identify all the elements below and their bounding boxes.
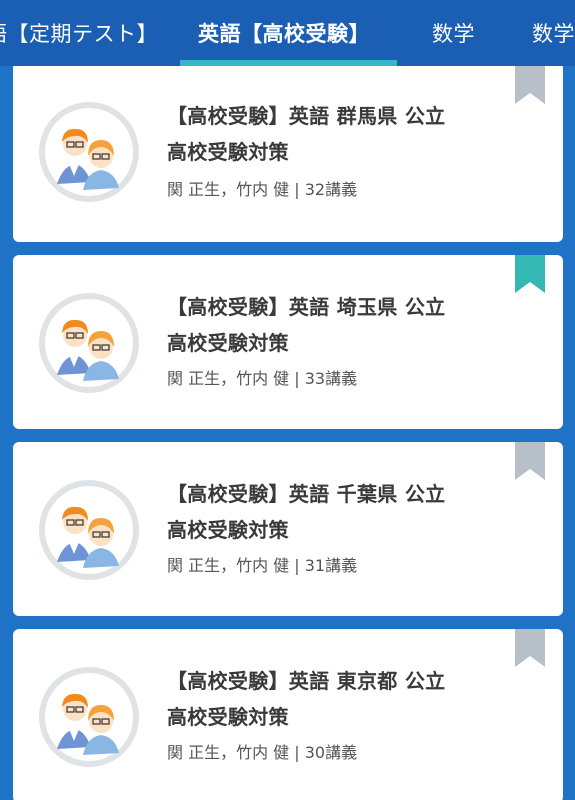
- tab-sugaku[interactable]: 数学: [432, 0, 492, 66]
- course-title-line1: 【高校受験】英語 千葉県 公立: [167, 482, 446, 506]
- course-title-line2: 高校受験対策: [167, 140, 289, 164]
- course-title: 【高校受験】英語 群馬県 公立 高校受験対策: [167, 98, 497, 170]
- tab-teiki-test[interactable]: 語【定期テスト】: [0, 0, 161, 66]
- course-title-line1: 【高校受験】英語 東京都 公立: [167, 669, 446, 693]
- course-card[interactable]: 【高校受験】英語 埼玉県 公立 高校受験対策 関 正生，竹内 健 | 33講義: [13, 255, 563, 429]
- tab-eigo-koko-juken[interactable]: 英語【高校受験】: [198, 0, 388, 66]
- teacher-avatar: [39, 667, 139, 767]
- bookmark-icon[interactable]: [515, 66, 545, 104]
- course-card[interactable]: 【高校受験】英語 群馬県 公立 高校受験対策 関 正生，竹内 健 | 32講義: [13, 66, 563, 242]
- bookmark-icon[interactable]: [515, 629, 545, 667]
- course-title-line1: 【高校受験】英語 群馬県 公立: [167, 104, 446, 128]
- course-title-line2: 高校受験対策: [167, 705, 289, 729]
- teacher-avatar: [39, 480, 139, 580]
- course-title: 【高校受験】英語 千葉県 公立 高校受験対策: [167, 476, 497, 548]
- course-title-line2: 高校受験対策: [167, 518, 289, 542]
- tab-bar: 語【定期テスト】 英語【高校受験】 数学 数学: [0, 0, 575, 66]
- course-meta: 関 正生，竹内 健 | 31講義: [167, 556, 358, 575]
- course-title-line1: 【高校受験】英語 埼玉県 公立: [167, 295, 446, 319]
- course-card[interactable]: 【高校受験】英語 東京都 公立 高校受験対策 関 正生，竹内 健 | 30講義: [13, 629, 563, 800]
- course-meta: 関 正生，竹内 健 | 33講義: [167, 369, 358, 388]
- bookmark-icon[interactable]: [515, 255, 545, 293]
- course-card[interactable]: 【高校受験】英語 千葉県 公立 高校受験対策 関 正生，竹内 健 | 31講義: [13, 442, 563, 616]
- course-meta: 関 正生，竹内 健 | 30講義: [167, 743, 358, 762]
- tab-sugaku-2[interactable]: 数学: [532, 0, 575, 66]
- course-meta: 関 正生，竹内 健 | 32講義: [167, 180, 358, 199]
- teacher-avatar: [39, 293, 139, 393]
- teacher-avatar: [39, 102, 139, 202]
- course-title: 【高校受験】英語 埼玉県 公立 高校受験対策: [167, 289, 497, 361]
- course-title: 【高校受験】英語 東京都 公立 高校受験対策: [167, 663, 497, 735]
- bookmark-icon[interactable]: [515, 442, 545, 480]
- course-list[interactable]: 【高校受験】英語 群馬県 公立 高校受験対策 関 正生，竹内 健 | 32講義: [0, 66, 575, 800]
- course-title-line2: 高校受験対策: [167, 331, 289, 355]
